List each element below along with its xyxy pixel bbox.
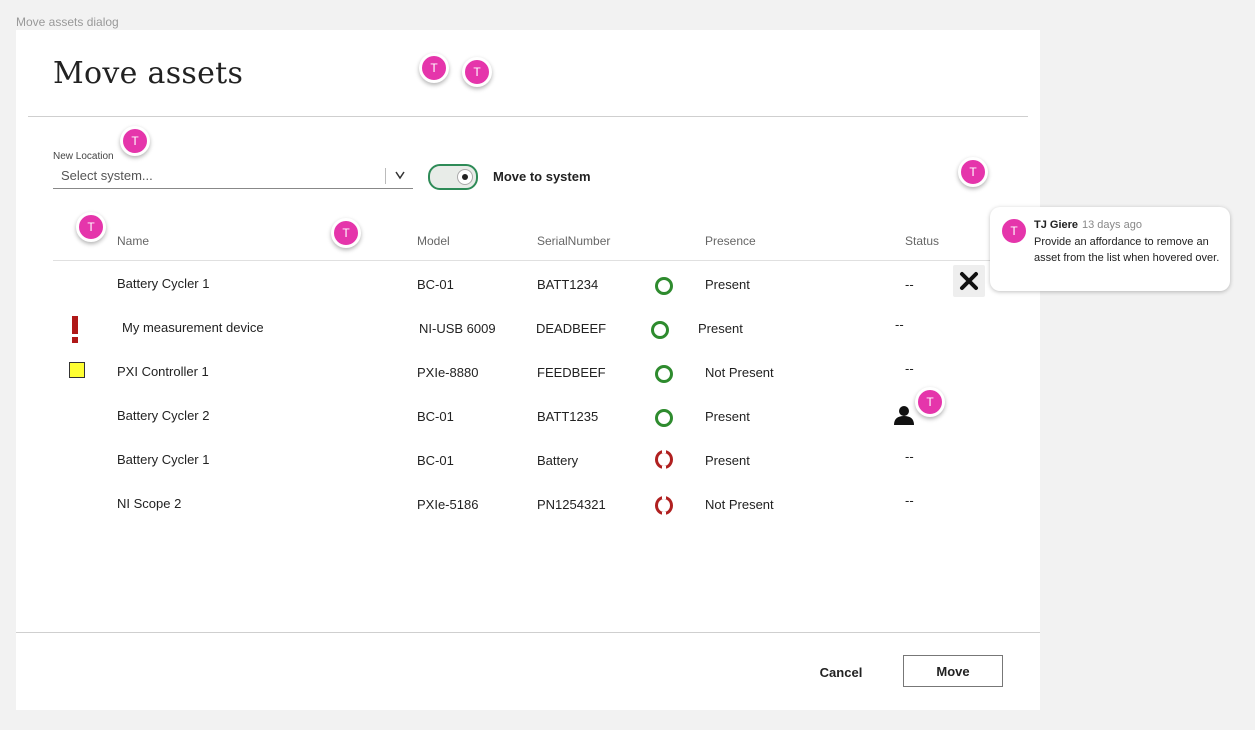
asset-serial: BATT1235 xyxy=(537,409,599,424)
asset-model: BC-01 xyxy=(417,409,454,424)
toggle-knob xyxy=(457,169,473,185)
comment-marker[interactable]: T xyxy=(462,57,492,87)
table-row[interactable]: PXI Controller 1 PXIe-8880 FEEDBEEF Not … xyxy=(16,350,1016,394)
title-divider xyxy=(28,116,1028,117)
asset-presence: Present xyxy=(705,453,750,468)
asset-name: Battery Cycler 2 xyxy=(117,408,210,423)
location-placeholder: Select system... xyxy=(61,168,153,183)
asset-model: BC-01 xyxy=(417,277,454,292)
comment-time: 13 days ago xyxy=(1082,219,1142,231)
table-row[interactable]: Battery Cycler 1 BC-01 Battery Present -… xyxy=(16,438,1016,482)
comment-marker[interactable]: T xyxy=(76,212,106,242)
table-row[interactable]: NI Scope 2 PXIe-5186 PN1254321 Not Prese… xyxy=(16,482,1016,526)
asset-status: -- xyxy=(895,317,904,332)
comment-author: TJ Giere xyxy=(1034,219,1079,231)
person-icon xyxy=(894,406,914,425)
asset-model: BC-01 xyxy=(417,453,454,468)
footer-divider xyxy=(16,632,1040,633)
comment-marker[interactable]: T xyxy=(120,126,150,156)
column-header-name[interactable]: Name xyxy=(117,234,149,248)
asset-status: -- xyxy=(905,449,914,464)
dialog-title: Move assets xyxy=(53,56,244,91)
asset-serial: BATT1234 xyxy=(537,277,599,292)
column-header-presence[interactable]: Presence xyxy=(705,234,756,248)
move-button[interactable]: Move xyxy=(903,655,1003,687)
asset-name: My measurement device xyxy=(122,320,264,335)
chevron-down-icon[interactable] xyxy=(391,166,409,184)
asset-model: PXIe-8880 xyxy=(417,365,479,380)
table-row[interactable]: My measurement device NI-USB 6009 DEADBE… xyxy=(16,306,1016,350)
frame-label: Move assets dialog xyxy=(16,15,119,29)
comment-marker[interactable]: T xyxy=(419,53,449,83)
remove-asset-button[interactable] xyxy=(953,265,985,297)
present-ring-icon xyxy=(655,365,673,383)
asset-serial: Battery xyxy=(537,453,579,468)
comment-bubble[interactable]: T TJ Giere 13 days ago Provide an afford… xyxy=(990,207,1230,291)
comment-marker[interactable]: T xyxy=(331,218,361,248)
asset-presence: Present xyxy=(698,321,743,336)
present-ring-icon xyxy=(651,321,669,339)
asset-name: Battery Cycler 1 xyxy=(117,452,210,467)
asset-serial: DEADBEEF xyxy=(536,321,607,336)
column-header-status[interactable]: Status xyxy=(905,234,939,248)
asset-status: -- xyxy=(905,493,914,508)
move-to-system-label: Move to system xyxy=(493,169,591,184)
not-present-ring-icon xyxy=(655,449,673,470)
asset-serial: FEEDBEEF xyxy=(537,365,606,380)
asset-presence: Not Present xyxy=(705,365,774,380)
asset-name: PXI Controller 1 xyxy=(117,364,209,379)
not-present-ring-icon xyxy=(655,495,673,516)
comment-avatar: T xyxy=(999,216,1029,246)
exclamation-icon xyxy=(72,316,78,343)
select-separator xyxy=(385,168,386,184)
location-select[interactable]: Select system... xyxy=(53,164,413,189)
asset-model: PXIe-5186 xyxy=(417,497,479,512)
comment-marker[interactable]: T xyxy=(958,157,988,187)
move-to-system-toggle[interactable] xyxy=(428,164,478,190)
cancel-button[interactable]: Cancel xyxy=(806,662,876,682)
asset-status: -- xyxy=(905,277,914,292)
comment-text: Provide an affordance to remove an asset… xyxy=(1034,236,1220,264)
column-header-serial[interactable]: SerialNumber xyxy=(537,234,610,248)
asset-presence: Not Present xyxy=(705,497,774,512)
table-row[interactable]: Battery Cycler 1 BC-01 BATT1234 Present … xyxy=(16,262,1016,306)
yellow-square-icon xyxy=(69,362,85,378)
asset-serial: PN1254321 xyxy=(537,497,606,512)
close-icon xyxy=(960,272,978,290)
present-ring-icon xyxy=(655,277,673,295)
asset-presence: Present xyxy=(705,277,750,292)
present-ring-icon xyxy=(655,409,673,427)
move-assets-dialog: Move assets New Location Select system..… xyxy=(16,30,1053,710)
asset-name: NI Scope 2 xyxy=(117,496,182,511)
comment-marker[interactable]: T xyxy=(915,387,945,417)
asset-name: Battery Cycler 1 xyxy=(117,276,210,291)
column-header-model[interactable]: Model xyxy=(417,234,450,248)
table-row[interactable]: Battery Cycler 2 BC-01 BATT1235 Present xyxy=(16,394,1016,438)
asset-presence: Present xyxy=(705,409,750,424)
asset-model: NI-USB 6009 xyxy=(419,321,496,336)
new-location-label: New Location xyxy=(53,151,114,162)
asset-status: -- xyxy=(905,361,914,376)
header-divider xyxy=(53,260,1053,261)
